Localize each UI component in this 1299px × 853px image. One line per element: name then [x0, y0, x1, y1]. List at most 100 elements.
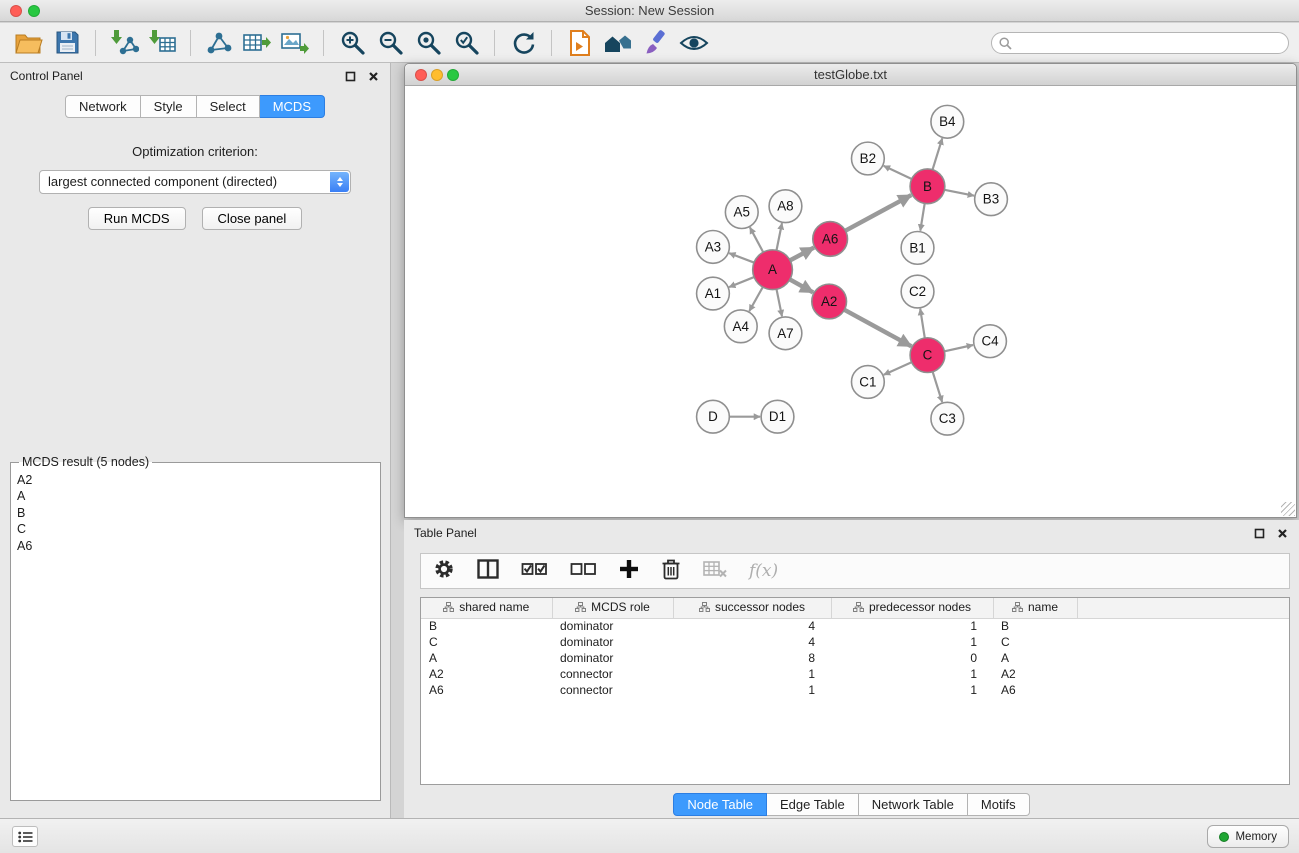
graph-node-A4[interactable]: A4	[724, 310, 757, 343]
float-panel-icon[interactable]	[1252, 526, 1266, 540]
float-panel-icon[interactable]	[343, 69, 357, 83]
table-cell[interactable]: connector	[552, 682, 673, 698]
graph-node-A7[interactable]: A7	[769, 317, 802, 350]
zoom-fit-icon[interactable]	[409, 26, 447, 60]
table-cell[interactable]: A6	[993, 682, 1077, 698]
network-canvas-svg[interactable]: AA1A2A3A4A5A6A7A8BB1B2B3B4CC1C2C3C4DD1	[405, 87, 1296, 517]
column-header-predecessor-nodes[interactable]: predecessor nodes	[831, 598, 993, 618]
column-header-MCDS-role[interactable]: MCDS role	[552, 598, 673, 618]
show-hide-eye-icon[interactable]	[675, 26, 713, 60]
table-cell[interactable]: 1	[673, 666, 831, 682]
zoom-window-button[interactable]	[28, 5, 40, 17]
zoom-in-icon[interactable]	[333, 26, 371, 60]
tab-mcds[interactable]: MCDS	[260, 95, 325, 118]
table-settings-icon[interactable]	[433, 558, 455, 585]
result-item[interactable]: B	[17, 505, 374, 521]
graph-node-A6[interactable]: A6	[813, 222, 848, 257]
column-header-successor-nodes[interactable]: successor nodes	[673, 598, 831, 618]
network-zoom-button[interactable]	[447, 69, 459, 81]
tab-style[interactable]: Style	[141, 95, 197, 118]
table-cell[interactable]: B	[993, 618, 1077, 634]
zoom-selected-icon[interactable]	[447, 26, 485, 60]
run-mcds-button[interactable]: Run MCDS	[88, 207, 186, 230]
import-table-icon[interactable]	[143, 26, 181, 60]
graph-node-A3[interactable]: A3	[697, 230, 730, 263]
table-cell[interactable]: 4	[673, 618, 831, 634]
search-input[interactable]	[991, 32, 1289, 54]
result-item[interactable]: A2	[17, 472, 374, 488]
graph-node-B2[interactable]: B2	[851, 142, 884, 175]
graph-node-C1[interactable]: C1	[851, 366, 884, 399]
close-panel-button[interactable]: Close panel	[202, 207, 303, 230]
result-item[interactable]: A6	[17, 538, 374, 554]
open-folder-icon[interactable]	[10, 26, 48, 60]
table-cell[interactable]: 1	[831, 666, 993, 682]
graph-edge-A-A1[interactable]	[729, 277, 754, 287]
graph-node-A2[interactable]: A2	[812, 284, 847, 319]
table-cell[interactable]: 4	[673, 634, 831, 650]
table-row[interactable]: A6connector11A6	[421, 682, 1289, 698]
graph-node-C3[interactable]: C3	[931, 402, 964, 435]
tab-edge-table[interactable]: Edge Table	[767, 793, 859, 816]
graph-node-A1[interactable]: A1	[697, 277, 730, 310]
column-header-name[interactable]: name	[993, 598, 1077, 618]
graph-edge-C-C4[interactable]	[944, 345, 973, 351]
graph-edge-A-A8[interactable]	[777, 223, 782, 250]
graph-node-C[interactable]: C	[910, 338, 945, 373]
table-row[interactable]: A2connector11A2	[421, 666, 1289, 682]
graph-edge-A2-C[interactable]	[844, 310, 911, 346]
graph-edge-A-A3[interactable]	[729, 253, 754, 262]
table-cell[interactable]: 8	[673, 650, 831, 666]
table-cell[interactable]: A	[993, 650, 1077, 666]
memory-button[interactable]: Memory	[1207, 825, 1289, 848]
task-history-icon[interactable]	[12, 826, 38, 847]
table-cell[interactable]: 1	[831, 634, 993, 650]
table-row[interactable]: Bdominator41B	[421, 618, 1289, 634]
tab-network[interactable]: Network	[65, 95, 141, 118]
table-cell[interactable]: C	[421, 634, 552, 650]
graph-edge-A-A6[interactable]	[790, 248, 814, 261]
table-cell[interactable]: connector	[552, 666, 673, 682]
graph-node-A8[interactable]: A8	[769, 190, 802, 223]
tab-network-table[interactable]: Network Table	[859, 793, 968, 816]
result-item[interactable]: C	[17, 521, 374, 537]
graph-edge-C-C1[interactable]	[884, 362, 912, 375]
table-row[interactable]: Cdominator41C	[421, 634, 1289, 650]
graph-node-A5[interactable]: A5	[725, 196, 758, 229]
graph-node-C4[interactable]: C4	[974, 325, 1007, 358]
graph-node-D1[interactable]: D1	[761, 400, 794, 433]
table-cell[interactable]: dominator	[552, 618, 673, 634]
graph-node-D[interactable]: D	[697, 400, 730, 433]
graph-node-C2[interactable]: C2	[901, 275, 934, 308]
new-network-icon[interactable]	[200, 26, 238, 60]
graph-node-B1[interactable]: B1	[901, 231, 934, 264]
criterion-dropdown[interactable]: largest connected component (directed)	[39, 170, 351, 194]
graph-edge-A6-B[interactable]	[845, 195, 911, 231]
refresh-icon[interactable]	[504, 26, 542, 60]
tab-motifs[interactable]: Motifs	[968, 793, 1030, 816]
tab-select[interactable]: Select	[197, 95, 260, 118]
table-cell[interactable]: A	[421, 650, 552, 666]
table-cell[interactable]: C	[993, 634, 1077, 650]
tab-node-table[interactable]: Node Table	[673, 793, 767, 816]
import-network-icon[interactable]	[105, 26, 143, 60]
table-cell[interactable]: B	[421, 618, 552, 634]
graph-edge-A-A7[interactable]	[777, 289, 782, 316]
dropdown-stepper-icon[interactable]	[330, 172, 349, 192]
table-cell[interactable]: 1	[673, 682, 831, 698]
window-resize-grip[interactable]	[1281, 502, 1295, 516]
add-row-icon[interactable]	[619, 559, 639, 584]
table-cell[interactable]: 1	[831, 682, 993, 698]
table-cell[interactable]: 1	[831, 618, 993, 634]
graph-edge-C-C3[interactable]	[933, 372, 943, 402]
deselect-all-icon[interactable]	[570, 560, 597, 583]
graph-edge-B-B3[interactable]	[944, 190, 974, 196]
export-image-icon[interactable]	[276, 26, 314, 60]
close-panel-icon[interactable]	[1275, 526, 1289, 540]
table-cell[interactable]: A2	[993, 666, 1077, 682]
table-cell[interactable]: dominator	[552, 650, 673, 666]
close-panel-icon[interactable]	[366, 69, 380, 83]
table-cell[interactable]: A2	[421, 666, 552, 682]
table-cell[interactable]: A6	[421, 682, 552, 698]
delete-rows-icon[interactable]	[661, 558, 681, 585]
